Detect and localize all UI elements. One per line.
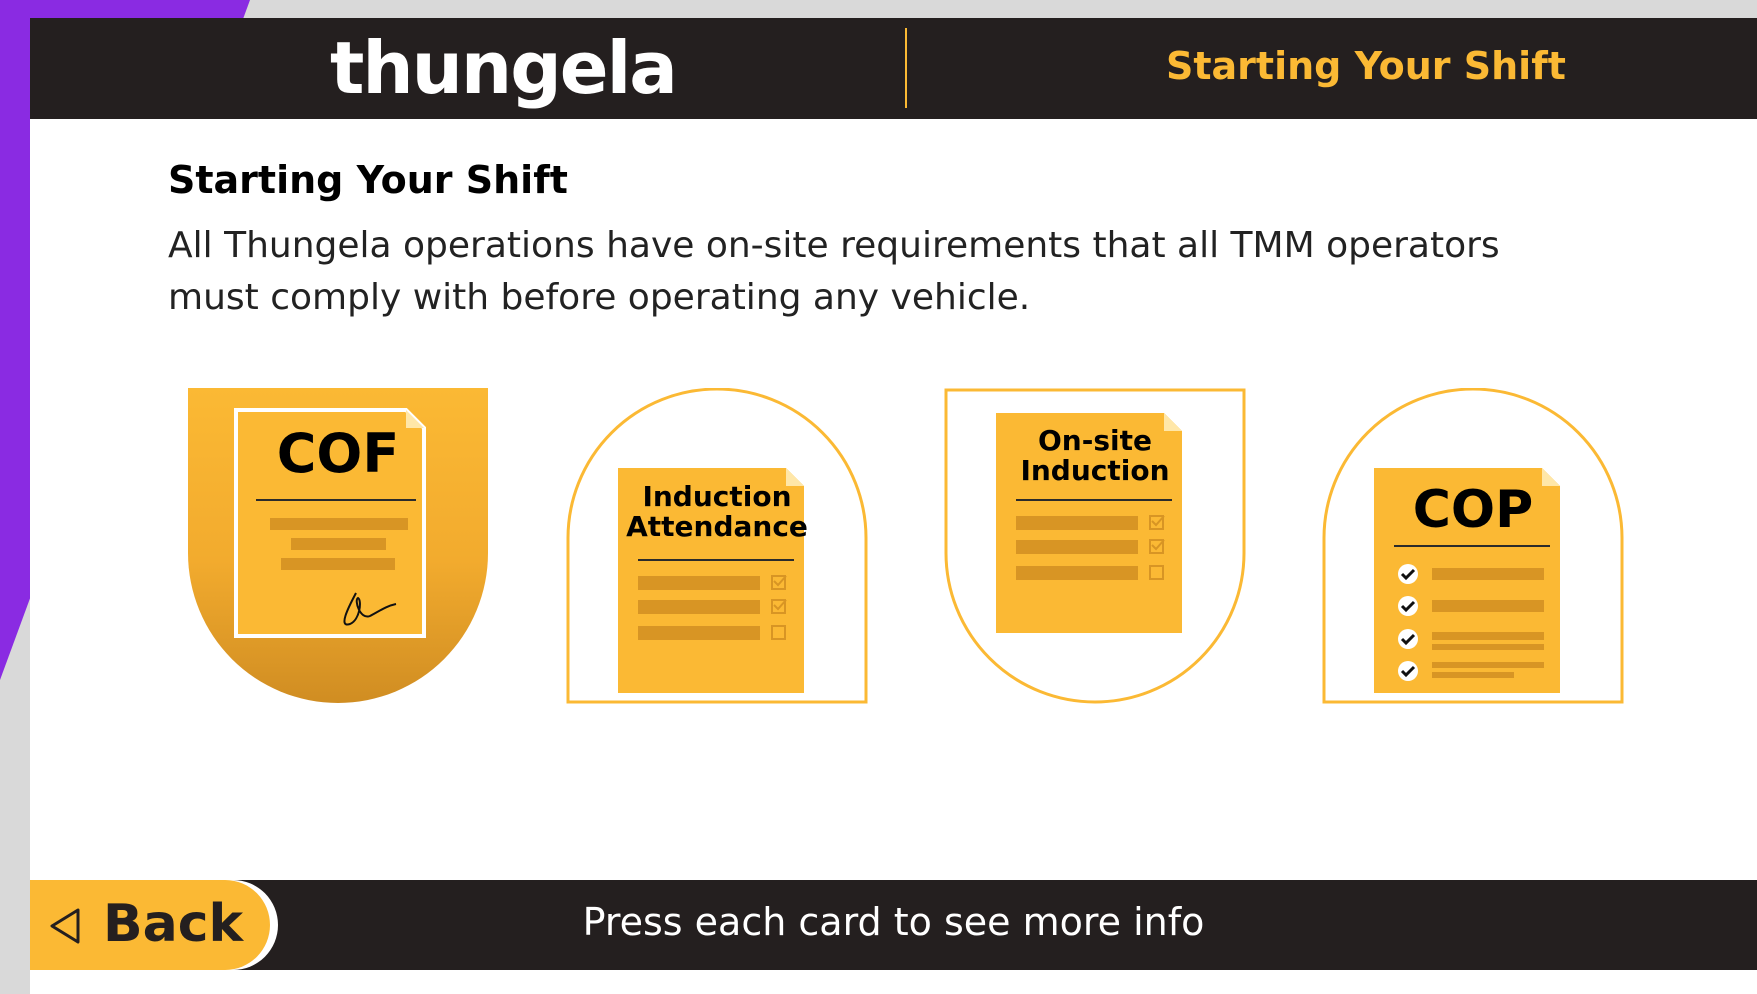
thungela-logo: thungela: [330, 26, 678, 110]
card-induction-attendance[interactable]: Induction Attendance: [566, 388, 868, 704]
card-label-line2: Attendance: [626, 510, 808, 543]
card-onsite-induction[interactable]: On-site Induction: [944, 388, 1246, 704]
back-arrow-icon: [50, 908, 80, 944]
footer-hint: Press each card to see more info: [582, 900, 1205, 944]
back-button[interactable]: Back: [30, 880, 270, 970]
card-cop-shape: [1322, 388, 1624, 704]
card-induction-attendance-shape: [566, 388, 868, 704]
card-label-line1: On-site: [1038, 424, 1152, 457]
card-cop[interactable]: COP: [1322, 388, 1624, 704]
card-cof[interactable]: COF: [188, 388, 488, 703]
topbar-title: Starting Your Shift: [1166, 44, 1566, 88]
back-button-label: Back: [103, 894, 244, 954]
card-label-line2: Induction: [1020, 454, 1170, 487]
card-cop-label: COP: [1412, 480, 1534, 540]
top-bar: thungela Starting Your Shift: [30, 18, 1757, 119]
footer-bar: Press each card to see more info: [30, 880, 1757, 970]
topbar-divider: [905, 28, 907, 108]
card-cof-label: COF: [276, 422, 400, 485]
logo-text: thungela: [330, 26, 678, 110]
card-label-line1: Induction: [642, 480, 792, 513]
page-description: All Thungela operations have on-site req…: [168, 225, 1500, 318]
card-onsite-induction-label: On-site Induction: [944, 426, 1246, 486]
page-heading: Starting Your Shift: [168, 158, 568, 202]
card-induction-attendance-label: Induction Attendance: [566, 482, 868, 542]
app-frame: thungela Starting Your Shift Starting Yo…: [30, 18, 1757, 994]
